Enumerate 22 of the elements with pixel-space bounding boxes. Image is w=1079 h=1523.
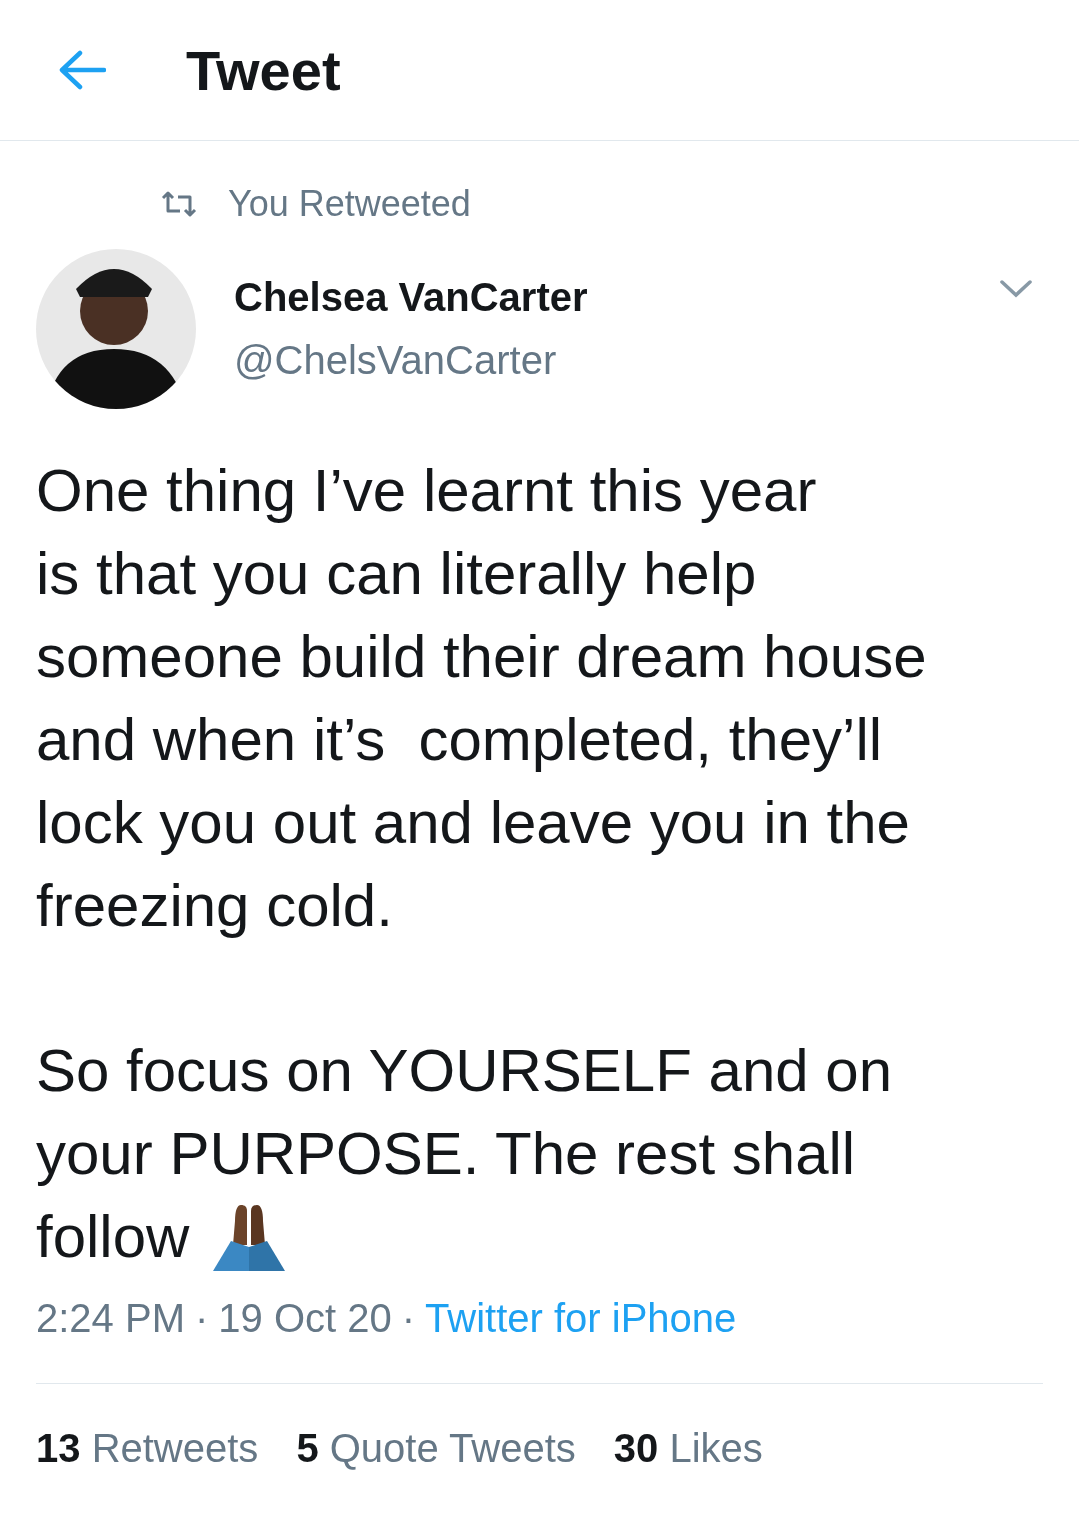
page-title: Tweet [186,37,341,103]
tweet-text-line: follow [36,1202,190,1272]
timestamp: 19 Oct 20 [218,1296,392,1341]
engagement-stat[interactable]: 5 Quote Tweets [296,1426,576,1471]
tweet-text-line: One thing I’ve learnt this year [36,456,817,526]
engagement-stat[interactable]: 30 Likes [613,1426,763,1471]
tweet-text-line: and when it’s completed, they’ll [36,705,883,775]
tweet-text-line: freezing cold. [36,871,393,941]
timestamp: 2:24 PM [36,1296,185,1341]
tweet-text-line: someone build their dream house [36,622,927,692]
tweet-text-line: your PURPOSE. The rest shall [36,1119,856,1189]
retweet-context: You Retweeted [228,183,471,225]
engagement-stat[interactable]: 13 Retweets [36,1426,259,1471]
separator-dot: · [194,1296,209,1341]
author-name[interactable]: Chelsea VanCarter [234,275,961,320]
author-handle[interactable]: @ChelsVanCarter [234,338,961,383]
tweet-text-line: lock you out and leave you in the [36,788,910,858]
tweet-text-line: So focus on YOURSELF and on [36,1036,893,1106]
separator-dot: · [401,1296,416,1341]
retweet-icon [160,191,198,217]
more-options-button[interactable] [999,279,1033,299]
tweet-text-line: is that you can literally help [36,539,757,609]
